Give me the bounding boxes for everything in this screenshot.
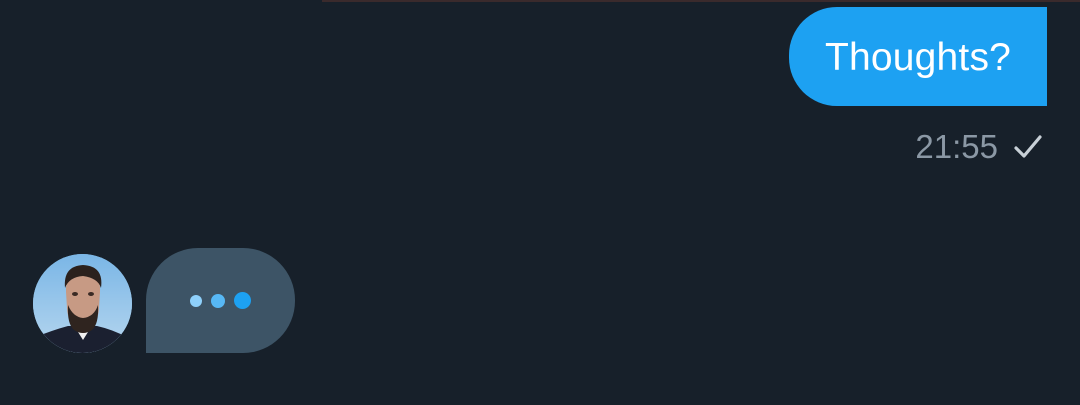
header-divider bbox=[322, 0, 1080, 2]
typing-dot bbox=[234, 292, 251, 309]
check-icon bbox=[1014, 135, 1042, 158]
message-meta: 21:55 bbox=[915, 127, 1043, 167]
avatar[interactable] bbox=[33, 254, 132, 353]
typing-indicator-bubble bbox=[146, 248, 295, 353]
typing-dot bbox=[190, 294, 202, 307]
typing-dot bbox=[211, 293, 225, 308]
user-avatar-photo bbox=[33, 254, 132, 353]
outgoing-message-text: Thoughts? bbox=[824, 35, 1012, 79]
message-timestamp: 21:55 bbox=[915, 128, 998, 165]
outgoing-message-bubble[interactable]: Thoughts? bbox=[789, 7, 1047, 106]
